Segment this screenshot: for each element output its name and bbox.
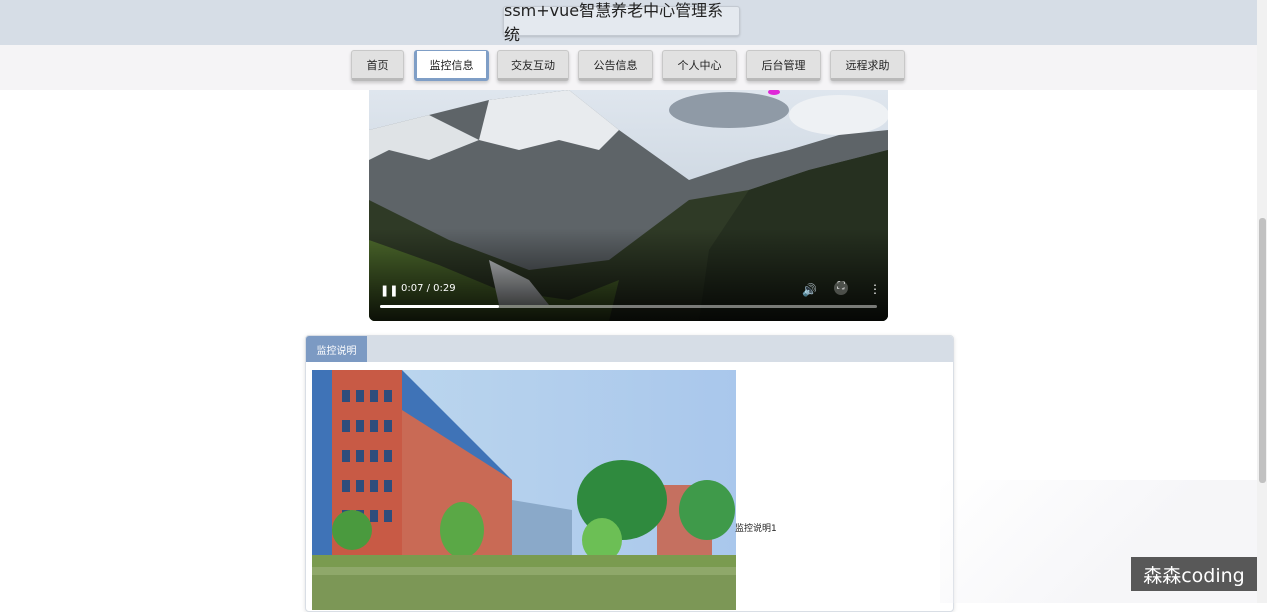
video-time: 0:07 / 0:29 — [401, 283, 456, 294]
app-header: ssm+vue智慧养老中心管理系统 — [0, 0, 1257, 46]
volume-icon[interactable]: 🔊 — [802, 283, 817, 297]
building-photo — [312, 370, 736, 610]
video-progress-bar[interactable] — [380, 305, 877, 308]
pause-icon[interactable]: ❚❚ — [380, 284, 398, 297]
watermark: 森森coding — [1131, 557, 1257, 591]
monitor-description-panel: 监控说明 — [305, 335, 954, 612]
nav-home[interactable]: 首页 — [351, 50, 404, 81]
more-options-icon[interactable]: ⋮ — [869, 282, 881, 296]
monitor-description-text: 监控说明1 — [735, 524, 777, 534]
nav-social[interactable]: 交友互动 — [497, 50, 569, 81]
fullscreen-icon[interactable]: ⛶ — [834, 281, 848, 295]
video-progress-fill — [380, 305, 500, 308]
tab-monitor-description[interactable]: 监控说明 — [306, 336, 367, 362]
panel-tab-bar: 监控说明 — [306, 336, 953, 362]
nav-admin[interactable]: 后台管理 — [746, 50, 821, 81]
nav-monitor-info[interactable]: 监控信息 — [414, 50, 489, 81]
surveillance-video[interactable]: ❚❚ 0:07 / 0:29 🔊 ⛶ ⋮ — [369, 90, 888, 321]
nav-announcements[interactable]: 公告信息 — [578, 50, 653, 81]
scrollbar-thumb[interactable] — [1259, 218, 1266, 483]
app-title: ssm+vue智慧养老中心管理系统 — [503, 1, 740, 44]
nav-personal-center[interactable]: 个人中心 — [662, 50, 737, 81]
nav-remote-help[interactable]: 远程求助 — [830, 50, 905, 81]
